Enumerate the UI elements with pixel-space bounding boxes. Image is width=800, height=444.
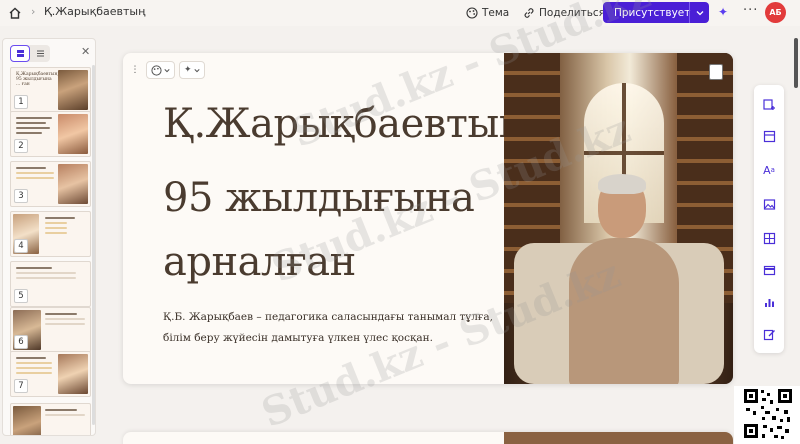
slide-thumbnail[interactable]: 2 [10,111,91,157]
embed-icon[interactable] [762,263,776,277]
thumbnail-number: 6 [14,335,28,349]
thumbnail-number: 5 [14,289,28,303]
palette-icon [466,7,478,19]
list-view-button[interactable] [30,45,50,62]
table-icon[interactable] [762,231,776,245]
drag-handle-icon[interactable]: ⋮ [128,61,142,79]
present-main-button[interactable]: Присутствует [603,2,691,23]
slide-title-line-1[interactable]: Қ.Жарықбаевтың [163,101,524,147]
layout-icon[interactable] [762,129,776,143]
palette-icon [151,64,162,76]
text-format-icon[interactable]: Aa [762,163,776,177]
share-label: Поделиться [539,7,605,19]
chevron-down-icon [164,68,170,72]
slides-panel: ✕ Қ.Жарықбаевтың 95 жылдығына ... ған 1 … [2,38,96,436]
home-icon[interactable] [8,6,22,20]
slide-toolbar: ⋮ ✦ [128,61,205,79]
theme-label: Тема [482,7,510,19]
page-scrollbar[interactable] [794,38,798,88]
thumbnail-image [58,164,88,204]
thumbnail-image [58,70,88,110]
chevron-down-icon [193,68,200,72]
thumbnail-number: 1 [14,95,28,109]
slide-thumbnail[interactable]: 7 [10,351,91,397]
thumbnail-image [13,406,41,435]
panel-scrollbar[interactable] [92,65,95,425]
slide-title-line-2[interactable]: 95 жылдығына [163,175,475,221]
thumbnail-number: 4 [14,239,28,253]
top-bar: › Қ.Жарықбаевтың Тема Поделиться Присутс… [0,0,800,26]
slide-portrait-image[interactable] [504,53,733,384]
slide-thumbnail[interactable]: 5 [10,261,91,307]
link-icon [524,8,534,18]
qr-code-icon [734,386,800,444]
chevron-down-icon [696,10,703,15]
thumbnail-image [58,114,88,154]
avatar[interactable]: АБ [765,2,786,23]
close-icon[interactable]: ✕ [81,45,90,58]
more-menu-button[interactable]: ··· [743,3,758,18]
edit-icon[interactable] [762,327,776,341]
document-title[interactable]: Қ.Жарықбаевтың [44,5,145,18]
breadcrumb-chevron-icon: › [31,5,36,18]
list-icon [36,50,44,57]
thumbnail-title: Қ.Жарықбаевтың 95 жылдығына ... ған [16,72,58,87]
slide-thumbnail[interactable] [10,403,91,435]
theme-button[interactable]: Тема [466,4,509,22]
thumbnail-number: 3 [14,189,28,203]
ai-edit-button[interactable]: ✦ [179,61,205,79]
slide-thumbnail[interactable]: 4 [10,211,91,257]
present-label: Присутствует [614,6,691,19]
slide-thumbnail[interactable]: Қ.Жарықбаевтың 95 жылдығына ... ған 1 [10,67,91,113]
view-toggle [10,45,50,62]
thumbnail-image [58,354,88,394]
slide-subtitle[interactable]: Қ.Б. Жарықбаев – педагогика саласындағы … [163,307,503,349]
image-icon[interactable] [762,197,776,211]
chart-icon[interactable] [762,295,776,309]
insert-toolbar: Aa [754,85,784,353]
slide-canvas[interactable]: ⋮ ✦ Қ.Жарықбаевтың 95 жылдығына арналған… [123,53,733,384]
present-button[interactable]: Присутствует [603,2,709,23]
add-card-icon[interactable] [762,97,776,111]
grid-icon [16,50,24,57]
thumbnail-number: 2 [14,139,28,153]
card-style-button[interactable] [146,61,175,79]
share-button[interactable]: Поделиться [523,4,605,22]
slide-thumbnail[interactable]: 6 [10,307,91,353]
slide-thumbnail[interactable]: 3 [10,161,91,207]
thumbnail-number: 7 [14,379,28,393]
notes-icon[interactable] [709,64,723,80]
ai-sparkle-icon[interactable]: ✦ [718,5,728,19]
sparkle-icon: ✦ [184,65,192,75]
thumbnail-view-button[interactable] [10,45,30,62]
slide-title-line-3[interactable]: арналған [163,239,356,285]
present-options-button[interactable] [690,2,709,23]
next-slide-canvas[interactable] [123,432,733,444]
